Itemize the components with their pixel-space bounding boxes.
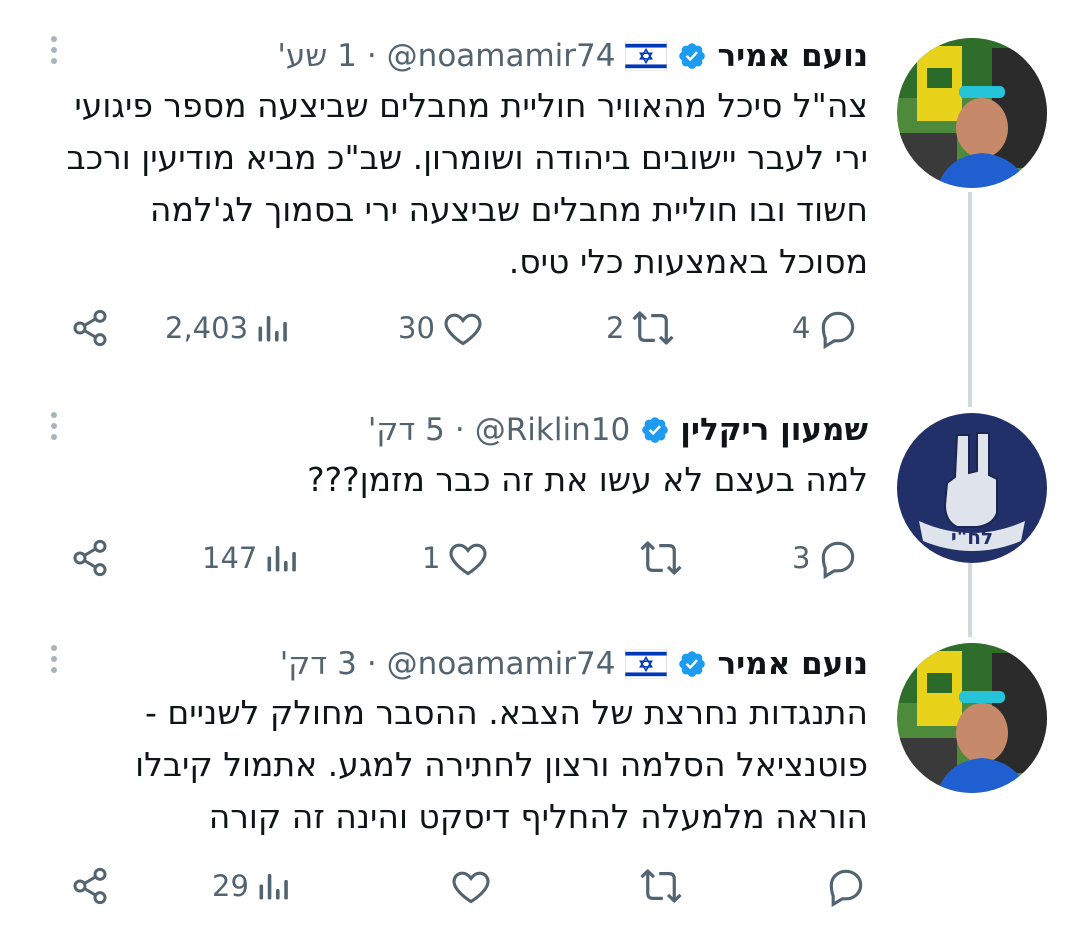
share-button[interactable] [70, 861, 110, 911]
tweet-text-line: צה"ל סיכל מהאוויר חוליית מחבלים שביצעה מ… [74, 86, 868, 125]
tweet-text-line: התנגדות נחרצת של הצבא. ההסבר מחולק לשניי… [144, 693, 868, 732]
share-icon [73, 309, 107, 347]
reply-bubble-icon [822, 541, 855, 580]
reply-button[interactable] [818, 861, 868, 911]
user-handle[interactable]: @noamamir74 [387, 38, 616, 74]
views-button[interactable]: 2,403 [165, 303, 290, 353]
like-button[interactable]: 1 [422, 533, 490, 583]
verified-badge-icon [679, 651, 706, 677]
reply-button[interactable]: 4 [792, 303, 860, 353]
profile-photo-icon [897, 38, 1047, 188]
israel-flag-icon [625, 649, 668, 679]
reply-button[interactable]: 3 [792, 533, 860, 583]
tweet-text: צה"ל סיכל מהאוויר חוליית מחבלים שביצעה מ… [38, 80, 868, 288]
verified-badge-icon [642, 417, 668, 443]
timestamp[interactable]: 3 דק' [280, 646, 357, 682]
tweet-text-line: חשוד ובו חוליית מחבלים שביצעה ירי בסמוך … [149, 190, 868, 229]
views-count: 29 [212, 869, 249, 903]
tweet-text: למה בעצם לא עשו את זה כבר מזמן??? [38, 454, 868, 506]
more-options-icon[interactable] [48, 36, 60, 64]
tweet-text: התנגדות נחרצת של הצבא. ההסבר מחולק לשניי… [38, 687, 868, 843]
like-button[interactable] [443, 861, 493, 911]
like-button[interactable]: 30 [398, 303, 485, 353]
user-handle[interactable]: @Riklin10 [475, 412, 630, 448]
action-bar: 29 [0, 861, 880, 911]
reply-count: 4 [792, 311, 811, 345]
tweet-text-line: מסוכל באמצעות כלי טיס. [508, 242, 868, 281]
heart-icon [449, 543, 487, 576]
repost-button[interactable]: 2 [606, 303, 676, 353]
like-count: 30 [398, 311, 435, 345]
verified-badge-icon [679, 43, 706, 69]
views-button[interactable]: 29 [212, 861, 291, 911]
separator-dot: · [366, 646, 377, 682]
heart-icon [452, 871, 490, 904]
tweet[interactable]: נועם אמיר @noamamir74 · 3 דק' התנגדות נח… [0, 625, 1080, 933]
separator-dot: · [454, 412, 465, 448]
share-button[interactable] [70, 303, 110, 353]
repost-icon [640, 541, 682, 575]
views-chart-icon [267, 546, 297, 572]
timestamp[interactable]: 1 שע' [277, 38, 356, 74]
separator-dot: · [366, 38, 377, 74]
repost-icon [632, 311, 675, 345]
fist-emblem-icon: לח"י [897, 413, 1047, 563]
repost-count: 2 [606, 311, 625, 345]
tweet-text-line: למה בעצם לא עשו את זה כבר מזמן??? [307, 460, 868, 499]
views-chart-icon [258, 316, 287, 342]
avatar-emblem-text: לח"י [951, 525, 993, 549]
action-bar: 147 1 3 [0, 533, 880, 583]
views-count: 147 [202, 541, 258, 575]
repost-button[interactable] [632, 861, 684, 911]
display-name[interactable]: נועם אמיר [717, 38, 868, 74]
israel-flag-icon [625, 41, 668, 71]
reply-bubble-icon [822, 311, 855, 350]
like-count: 1 [422, 541, 441, 575]
more-options-icon[interactable] [48, 412, 60, 440]
avatar[interactable]: לח"י [897, 413, 1047, 563]
reply-bubble-icon [829, 869, 863, 908]
reply-count: 3 [792, 541, 811, 575]
share-icon [73, 867, 107, 905]
tweet-text-line: ירי לעבר יישובים ביהודה ושומרון. שב"כ מב… [66, 138, 868, 177]
display-name[interactable]: שמעון ריקלין [680, 412, 868, 448]
more-options-icon[interactable] [48, 645, 60, 673]
share-button[interactable] [70, 533, 110, 583]
tweet[interactable]: לח"י שמעון ריקלין @Riklin10 · 5 דק' למה … [0, 390, 1080, 625]
user-handle[interactable]: @noamamir74 [387, 646, 616, 682]
display-name[interactable]: נועם אמיר [717, 646, 868, 682]
tweet-text-line: הוראה מלמעלה להחליף דיסקט והינה זה קורה [208, 797, 868, 836]
views-count: 2,403 [165, 311, 249, 345]
repost-button[interactable] [632, 533, 684, 583]
views-chart-icon [259, 874, 288, 900]
avatar[interactable] [897, 38, 1047, 188]
share-icon [73, 539, 107, 577]
views-button[interactable]: 147 [202, 533, 299, 583]
repost-icon [640, 869, 682, 903]
tweet-text-line: פוטנציאל הסלמה ורצון לחתירה למגע. אתמול … [135, 745, 868, 784]
profile-photo-icon [897, 643, 1047, 793]
action-bar: 2,403 30 2 4 [0, 303, 880, 353]
timestamp[interactable]: 5 דק' [368, 412, 445, 448]
heart-icon [444, 313, 482, 346]
avatar[interactable] [897, 643, 1047, 793]
tweet[interactable]: נועם אמיר @noamamir74 · 1 שע' צה"ל סיכל … [0, 0, 1080, 390]
